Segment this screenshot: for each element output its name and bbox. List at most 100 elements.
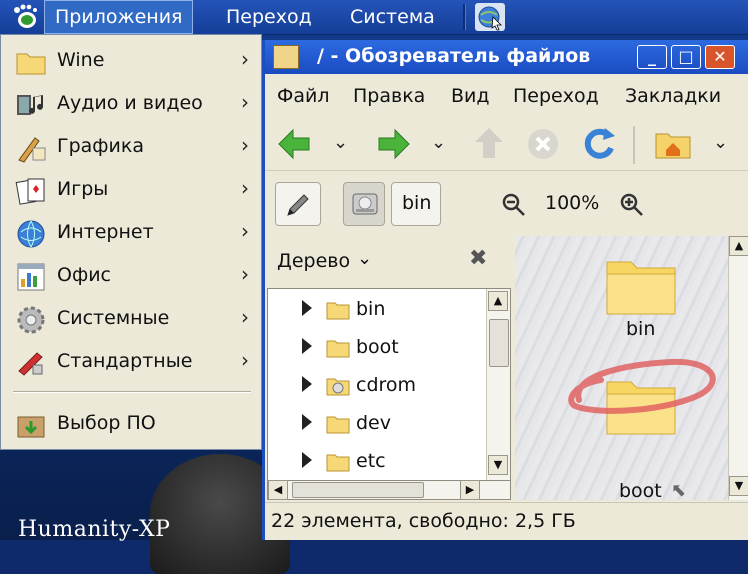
expand-arrow-icon[interactable]	[302, 338, 312, 354]
chevron-right-icon: ›	[241, 47, 249, 71]
menu-item-office[interactable]: Офис ›	[1, 255, 261, 298]
resize-cursor-icon: ⬉	[671, 480, 687, 501]
tree-horizontal-scrollbar[interactable]: ◀ ▶	[267, 480, 511, 500]
cdrom-folder-icon	[326, 378, 350, 396]
menu-item-label: Wine	[57, 49, 105, 71]
zoom-in-icon[interactable]	[619, 192, 645, 218]
chevron-right-icon: ›	[241, 133, 249, 157]
globe-icon[interactable]	[475, 3, 505, 31]
chevron-right-icon: ›	[241, 219, 249, 243]
pencil-icon	[287, 194, 309, 216]
window-titlebar[interactable]: / - Обозреватель файлов _ □ ✕	[265, 40, 748, 74]
menu-bookmarks[interactable]: Закладки	[625, 85, 721, 107]
gear-icon	[17, 306, 45, 334]
chevron-right-icon: ›	[241, 348, 249, 372]
chevron-down-icon[interactable]: ⌄	[713, 132, 728, 153]
scroll-down-button[interactable]: ▼	[729, 476, 748, 496]
path-bin-button[interactable]: bin	[391, 182, 441, 226]
chevron-right-icon: ›	[241, 90, 249, 114]
file-icon-label[interactable]: boot	[619, 480, 662, 502]
minimize-button[interactable]: _	[637, 45, 667, 69]
menu-view[interactable]: Вид	[451, 85, 490, 107]
chevron-down-icon[interactable]: ⌄	[431, 132, 446, 153]
scroll-left-button[interactable]: ◀	[268, 480, 288, 500]
close-button[interactable]: ✕	[705, 45, 735, 69]
tree-item-label: boot	[356, 336, 399, 358]
menu-item-system[interactable]: Системные ›	[1, 298, 261, 341]
chevron-right-icon: ›	[241, 176, 249, 200]
chevron-down-icon[interactable]: ⌄	[357, 248, 372, 269]
maximize-button[interactable]: □	[671, 45, 701, 69]
tree-row[interactable]: bin	[268, 291, 486, 329]
multimedia-icon	[17, 95, 43, 115]
forward-arrow-icon[interactable]	[373, 124, 413, 164]
folder-icon	[326, 302, 350, 320]
menu-file[interactable]: Файл	[277, 85, 330, 107]
gnome-foot-icon[interactable]	[10, 4, 40, 30]
scroll-up-button[interactable]: ▲	[729, 236, 748, 256]
window-menubar: Файл Правка Вид Переход Закладки	[265, 76, 748, 116]
edit-location-button[interactable]	[275, 182, 321, 226]
chevron-right-icon: ›	[241, 305, 249, 329]
home-folder-icon[interactable]	[653, 124, 693, 164]
menu-item-wine[interactable]: Wine ›	[1, 40, 261, 83]
tree-row[interactable]: boot	[268, 329, 486, 367]
package-icon	[17, 416, 45, 438]
zoom-level[interactable]: 100%	[545, 192, 599, 214]
chevron-right-icon: ›	[241, 262, 249, 286]
expand-arrow-icon[interactable]	[302, 300, 312, 316]
tree-row[interactable]: dev	[268, 405, 486, 443]
expand-arrow-icon[interactable]	[302, 414, 312, 430]
menu-item-label: Аудио и видео	[57, 92, 203, 114]
sidebar-type-selector[interactable]: Дерево	[277, 250, 350, 272]
places-menu[interactable]: Переход	[216, 0, 322, 34]
expand-arrow-icon[interactable]	[302, 376, 312, 392]
navigation-toolbar: ⌄ ⌄ ⌄	[265, 118, 748, 171]
menu-edit[interactable]: Правка	[353, 85, 425, 107]
zoom-out-icon[interactable]	[501, 192, 527, 218]
folder-icon	[326, 416, 350, 434]
path-button-label: bin	[402, 192, 432, 214]
sidebar-tree: bin boot cdrom dev etc ▲ ▼	[267, 288, 511, 500]
window-title: / - Обозреватель файлов	[317, 45, 591, 67]
accessories-icon	[18, 352, 43, 376]
menu-go[interactable]: Переход	[513, 85, 599, 107]
sidebar-header: Дерево ⌄ ✖	[265, 234, 513, 286]
scroll-thumb[interactable]	[292, 482, 424, 498]
menu-item-label: Системные	[57, 307, 170, 329]
up-arrow-icon[interactable]	[469, 124, 509, 164]
desktop-brand-text: Humanity-XP	[18, 517, 171, 542]
status-text: 22 элемента, свободно: 2,5 ГБ	[271, 510, 576, 532]
menu-item-audio-video[interactable]: Аудио и видео ›	[1, 83, 261, 126]
back-arrow-icon[interactable]	[275, 124, 315, 164]
menu-item-internet[interactable]: Интернет ›	[1, 212, 261, 255]
root-drive-button[interactable]	[343, 182, 385, 226]
menu-item-label: Графика	[57, 135, 145, 157]
menu-item-games[interactable]: Игры ›	[1, 169, 261, 212]
menu-item-accessories[interactable]: Стандартные ›	[1, 341, 261, 384]
folder-icon	[326, 340, 350, 358]
toolbar-separator	[633, 126, 635, 164]
scroll-up-button[interactable]: ▲	[488, 291, 508, 311]
icon-view-scrollbar[interactable]: ▲ ▼	[728, 236, 748, 500]
folder-icon	[326, 454, 350, 472]
close-sidebar-icon[interactable]: ✖	[469, 246, 487, 271]
system-menu[interactable]: Система	[340, 0, 445, 34]
menu-item-label: Офис	[57, 264, 111, 286]
folder-icon[interactable]	[605, 254, 677, 316]
stop-icon[interactable]	[523, 124, 563, 164]
menu-item-graphics[interactable]: Графика ›	[1, 126, 261, 169]
menu-item-software-center[interactable]: Выбор ПО	[1, 403, 261, 446]
reload-icon[interactable]	[579, 124, 619, 164]
tree-vertical-scrollbar[interactable]: ▲ ▼	[486, 289, 510, 499]
applications-menu[interactable]: Приложения	[44, 0, 194, 34]
tree-row[interactable]: etc	[268, 443, 486, 481]
scroll-thumb[interactable]	[489, 319, 509, 367]
tree-item-label: etc	[356, 450, 386, 472]
tree-row[interactable]: cdrom	[268, 367, 486, 405]
chevron-down-icon[interactable]: ⌄	[333, 132, 348, 153]
file-icon-label[interactable]: bin	[626, 318, 655, 340]
expand-arrow-icon[interactable]	[302, 452, 312, 468]
scroll-right-button[interactable]: ▶	[460, 480, 480, 500]
scroll-down-button[interactable]: ▼	[488, 455, 508, 475]
